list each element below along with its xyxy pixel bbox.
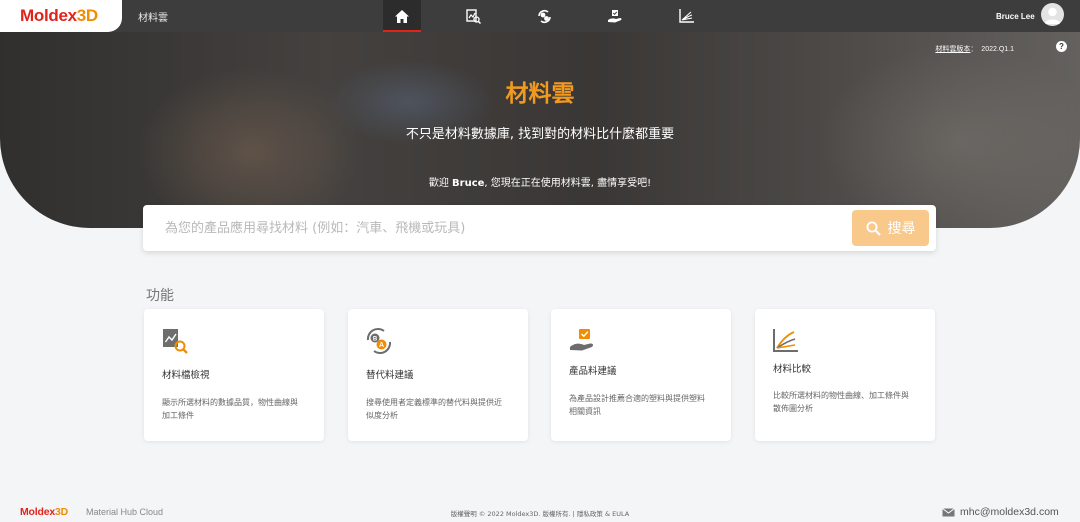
home-icon (395, 9, 409, 23)
feature-card-substitute[interactable]: BA 替代料建議 搜尋使用者定義標準的替代料與提供近似度分析 (348, 309, 528, 441)
card-title: 產品料建議 (569, 366, 617, 377)
nav-product-material[interactable] (596, 0, 634, 32)
card-title: 材料比較 (773, 364, 812, 375)
hand-recommend-icon (608, 9, 622, 22)
nav-home[interactable] (383, 0, 421, 32)
material-inspect-icon (161, 327, 189, 355)
nav-substitute[interactable] (525, 0, 563, 32)
footer-email[interactable]: mhc@moldex3d.com (942, 506, 1059, 518)
version-label[interactable]: 材料雲版本 (935, 46, 970, 53)
card-description: 比較所選材料的物性曲線、加工條件與散佈圖分析 (773, 391, 909, 413)
footer-copyright[interactable]: 版權聲明 © 2022 Moldex3D. 版權所有. | 隱私政策 & EUL… (0, 508, 1080, 518)
chart-compare-icon (678, 9, 694, 23)
logo[interactable]: Moldex3D (0, 0, 122, 32)
card-description: 為產品設計推薦合適的塑料與提供塑料相關資訊 (569, 394, 705, 416)
feature-card-compare[interactable]: 材料比較 比較所選材料的物性曲線、加工條件與散佈圖分析 (755, 309, 935, 441)
features-title: 功能 (146, 288, 174, 304)
hero-banner: 材料雲版本： 2022.Q1.1 材料雲 不只是材料數據庫, 找到對的材料比什麼… (0, 32, 1080, 228)
material-compare-icon (772, 327, 800, 355)
product-material-icon (568, 327, 596, 355)
mail-icon (942, 507, 955, 516)
nav-material-view[interactable] (454, 0, 492, 32)
substitute-material-icon: BA (365, 327, 393, 355)
search-button-label: 搜尋 (887, 221, 916, 237)
footer-email-text: mhc@moldex3d.com (960, 506, 1059, 518)
feature-card-product-material[interactable]: 產品料建議 為產品設計推薦合適的塑料與提供塑料相關資訊 (551, 309, 731, 441)
help-icon[interactable]: ? (1056, 41, 1067, 52)
app-name: 材料雲 (138, 13, 168, 24)
nav-compare[interactable] (667, 0, 705, 32)
material-search-icon (465, 8, 481, 24)
card-description: 搜尋使用者定義標準的替代料與提供近似度分析 (366, 398, 502, 420)
svg-text:B: B (373, 337, 378, 343)
hero-subtitle: 不只是材料數據庫, 找到對的材料比什麼都重要 (405, 127, 675, 142)
logo-text: Moldex3D (20, 6, 98, 25)
search-input[interactable] (165, 205, 825, 251)
welcome-message: 歡迎 Bruce, 您現在正在使用材料雲, 盡情享受吧! (428, 178, 652, 189)
svg-text:A: A (379, 342, 384, 349)
top-navbar: Moldex3D 材料雲 Bruce Lee (0, 0, 1080, 32)
card-title: 材料檔檢視 (162, 370, 210, 381)
card-description: 顯示所選材料的數據品質，物性曲線與加工條件 (162, 398, 298, 420)
version-info: 材料雲版本： 2022.Q1.1 (935, 46, 1014, 53)
search-bar: 搜尋 (143, 205, 936, 251)
avatar[interactable] (1041, 3, 1064, 26)
feature-card-material-view[interactable]: 材料檔檢視 顯示所選材料的數據品質，物性曲線與加工條件 (144, 309, 324, 441)
search-icon (866, 221, 881, 236)
user-avatar-icon (1044, 7, 1061, 24)
search-button[interactable]: 搜尋 (852, 210, 929, 246)
hero-title: 材料雲 (505, 81, 575, 107)
user-name[interactable]: Bruce Lee (996, 12, 1035, 21)
main-nav (383, 0, 738, 32)
replacement-icon (537, 9, 551, 23)
card-title: 替代料建議 (366, 370, 414, 381)
version-value: 2022.Q1.1 (981, 46, 1014, 53)
